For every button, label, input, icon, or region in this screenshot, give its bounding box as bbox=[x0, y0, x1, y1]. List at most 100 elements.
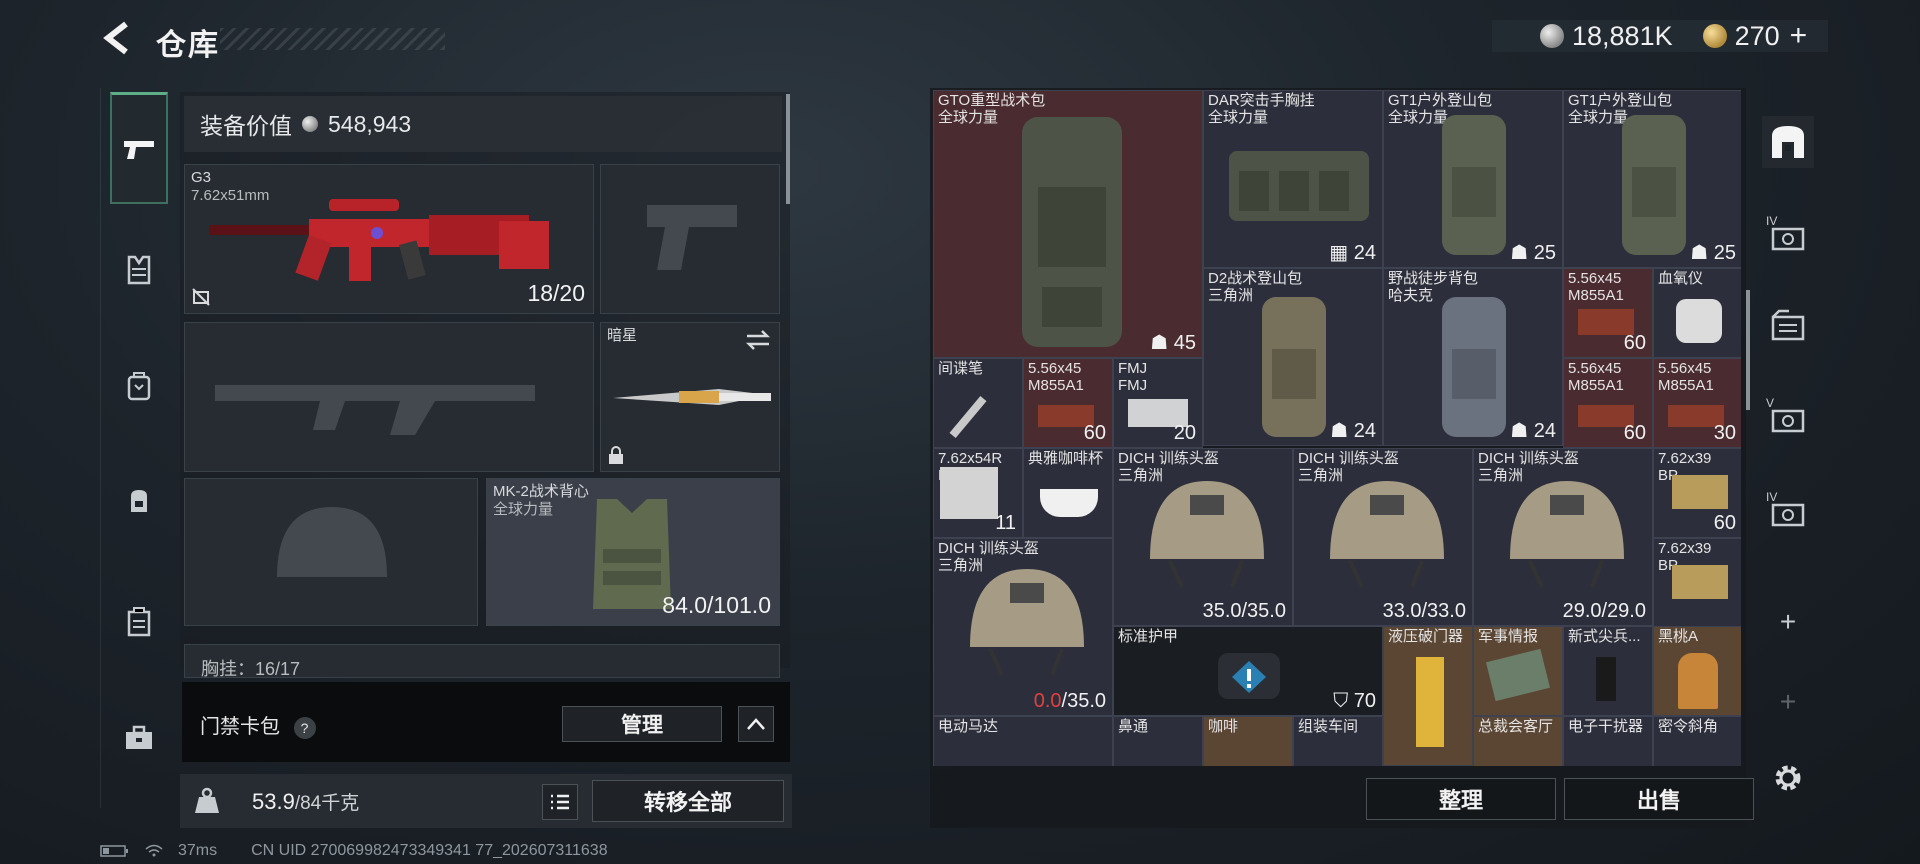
currency-bar: 18,881K 270 + bbox=[1492, 19, 1828, 53]
slot-vest[interactable]: MK-2战术背心 全球力量 84.0/101.0 bbox=[486, 478, 780, 626]
pistol-placeholder-icon bbox=[647, 205, 737, 270]
storage-item[interactable]: DAR突击手胸挂 全球力量 ▦ 24 bbox=[1203, 90, 1383, 268]
storage-item[interactable]: 7.62x54RBT 11 bbox=[933, 448, 1023, 538]
add-currency-button[interactable]: + bbox=[1790, 19, 1808, 53]
ammo-box-image bbox=[1672, 475, 1728, 509]
storage-item[interactable]: 液压破门器 bbox=[1383, 626, 1473, 766]
storage-item[interactable]: 标准护甲 ⛉ 70 bbox=[1113, 626, 1383, 716]
spy-pen-image bbox=[949, 396, 987, 438]
intel-image bbox=[1485, 648, 1551, 702]
weapon-ammo: 18/20 bbox=[527, 280, 585, 306]
nav-helmet-armor[interactable] bbox=[111, 358, 167, 414]
pistol-icon bbox=[124, 140, 154, 159]
nav-weapon[interactable] bbox=[110, 92, 168, 204]
storage-item[interactable]: 5.56x45 M855A1 60 bbox=[1023, 358, 1113, 448]
storage-item[interactable]: GT1户外登山包 全球力量 ☗ 25 bbox=[1383, 90, 1563, 268]
nav-case[interactable] bbox=[111, 710, 167, 766]
storage-item[interactable]: GT1户外登山包 全球力量 ☗ 25 bbox=[1563, 90, 1741, 268]
weight-max: /84千克 bbox=[294, 793, 360, 814]
keycard-pack-label: 门禁卡包 bbox=[200, 716, 280, 738]
weight-bar: 53.9/84千克 转移全部 bbox=[180, 774, 792, 828]
storage-tab-case[interactable] bbox=[1762, 300, 1814, 352]
slot-pistol[interactable] bbox=[600, 164, 780, 314]
user-uid: CN UID 270069982473349341 77_20260731163… bbox=[251, 842, 608, 859]
chevron-left-icon bbox=[103, 21, 128, 55]
vest-durability: 84.0/101.0 bbox=[662, 592, 771, 618]
chest-rig-icon bbox=[127, 607, 151, 637]
storage-item[interactable]: 鼻通 bbox=[1113, 716, 1203, 766]
list-view-button[interactable] bbox=[542, 784, 578, 820]
gold-balance: 270 bbox=[1734, 20, 1780, 51]
armor-count: ⛉ 70 bbox=[1333, 690, 1376, 712]
storage-tab-tier[interactable]: IV bbox=[1762, 212, 1814, 264]
storage-tab-tier[interactable]: IV bbox=[1762, 488, 1814, 540]
nav-backpack[interactable] bbox=[111, 472, 167, 528]
storage-item[interactable]: GTO重型战术包 全球力量 ☗ 45 bbox=[933, 90, 1203, 358]
wifi-icon bbox=[145, 844, 163, 857]
list-icon bbox=[551, 794, 569, 810]
slot-secondary-weapon[interactable] bbox=[184, 322, 594, 472]
add-storage-tab-button[interactable]: + bbox=[1762, 676, 1814, 728]
g3-rifle-image bbox=[209, 199, 549, 281]
sort-button[interactable]: 整理 bbox=[1366, 778, 1556, 820]
storage-item[interactable]: DICH 训练头盔 三角洲 29.0/29.0 bbox=[1473, 448, 1653, 626]
vest-faction: 全球力量 bbox=[493, 501, 554, 518]
sell-button[interactable]: 出售 bbox=[1564, 778, 1754, 820]
storage-scrollbar[interactable] bbox=[1746, 290, 1750, 410]
storage-item[interactable]: 电动马达 bbox=[933, 716, 1113, 766]
briefcase-icon bbox=[126, 725, 152, 749]
storage-item[interactable]: 黑桃A bbox=[1653, 626, 1741, 716]
storage-item[interactable]: 间谍笔 bbox=[933, 358, 1023, 448]
slot-primary-weapon[interactable]: G3 7.62x51mm 18/20 bbox=[184, 164, 594, 314]
chest-rig-slot[interactable]: 胸挂：16/17 bbox=[184, 644, 780, 678]
capacity: ▦ 24 bbox=[1329, 242, 1376, 264]
capacity: ☗ 25 bbox=[1510, 242, 1556, 264]
storage-item[interactable]: 血氧仪 bbox=[1653, 268, 1741, 358]
storage-item[interactable]: FMJ FMJ 20 bbox=[1113, 358, 1203, 448]
gear-icon bbox=[1775, 765, 1801, 791]
storage-item[interactable]: DICH 训练头盔 三角洲 33.0/33.0 bbox=[1293, 448, 1473, 626]
storage-item[interactable]: 7.62x39 BP 60 bbox=[1653, 448, 1741, 538]
storage-item[interactable]: 5.56x45 M855A1 60 bbox=[1563, 268, 1653, 358]
storage-item[interactable]: 5.56x45 M855A1 30 bbox=[1653, 358, 1741, 448]
storage-item[interactable]: DICH 训练头盔 三角洲 0.0/35.0 bbox=[933, 538, 1113, 716]
storage-item[interactable]: 咖啡 bbox=[1203, 716, 1293, 766]
manage-button[interactable]: 管理 bbox=[562, 706, 722, 742]
nav-vest[interactable] bbox=[111, 242, 167, 298]
settings-button[interactable] bbox=[1768, 758, 1808, 798]
storage-item[interactable]: 军事情报 bbox=[1473, 626, 1563, 716]
storage-item[interactable]: D2战术登山包 三角洲 ☗ 24 bbox=[1203, 268, 1383, 446]
storage-item[interactable]: 电子干扰器 bbox=[1563, 716, 1653, 766]
device-image bbox=[1596, 657, 1616, 701]
storage-item[interactable]: 5.56x45 M855A1 60 bbox=[1563, 358, 1653, 448]
loadout-scrollbar[interactable] bbox=[786, 94, 790, 204]
storage-tab-main[interactable] bbox=[1762, 116, 1814, 168]
back-button[interactable] bbox=[100, 18, 134, 58]
storage-item[interactable]: 新式尖兵... bbox=[1563, 626, 1653, 716]
storage-item[interactable]: 总裁会客厅 bbox=[1473, 716, 1563, 766]
add-storage-tab-button[interactable]: + bbox=[1762, 596, 1814, 648]
page-title: 仓库 bbox=[156, 29, 220, 62]
storage-item[interactable]: DICH 训练头盔 三角洲 35.0/35.0 bbox=[1113, 448, 1293, 626]
backpack-icon bbox=[131, 490, 147, 512]
collapse-button[interactable] bbox=[738, 706, 774, 742]
storage-tab-tier[interactable]: V bbox=[1762, 394, 1814, 446]
storage-item[interactable]: 7.62x39 BP bbox=[1653, 538, 1741, 628]
storage-item[interactable]: 野战徒步背包 哈夫克 ☗ 24 bbox=[1383, 268, 1563, 446]
silver-balance: 18,881K bbox=[1572, 20, 1673, 51]
storage-item[interactable]: 组装车间 bbox=[1293, 716, 1383, 766]
helmet-image bbox=[1150, 481, 1264, 588]
swap-icon[interactable] bbox=[745, 329, 771, 351]
keycard-pack: 门禁卡包 ? 管理 bbox=[182, 682, 790, 762]
vest-icon bbox=[127, 255, 151, 285]
capacity: ☗ 25 bbox=[1690, 242, 1736, 264]
breacher-image bbox=[1416, 657, 1444, 747]
storage-item[interactable]: 典雅咖啡杯 bbox=[1023, 448, 1113, 538]
nav-rig[interactable] bbox=[111, 594, 167, 650]
storage-item[interactable]: 密令斜角 bbox=[1653, 716, 1741, 766]
transfer-all-button[interactable]: 转移全部 bbox=[592, 780, 784, 822]
melee-name: 暗星 bbox=[607, 327, 638, 344]
slot-helmet[interactable] bbox=[184, 478, 478, 626]
help-icon[interactable]: ? bbox=[293, 717, 316, 739]
slot-melee[interactable]: 暗星 bbox=[600, 322, 780, 472]
